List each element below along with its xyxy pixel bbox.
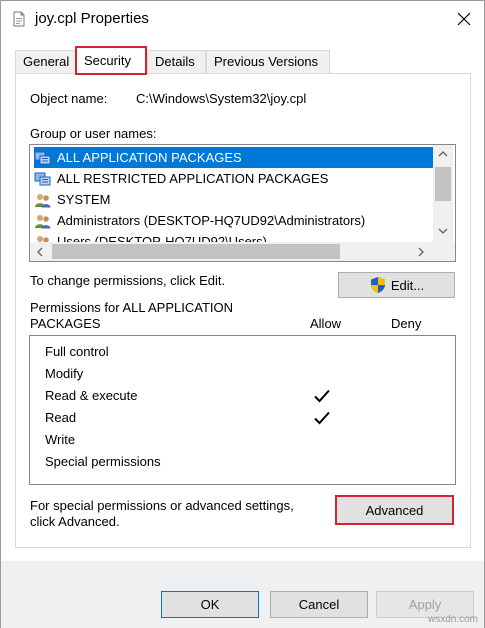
- title-bar: joy.cpl Properties: [1, 1, 484, 37]
- scroll-down-icon[interactable]: [438, 227, 448, 235]
- permission-row: Modify: [45, 365, 84, 381]
- packages-icon: [34, 151, 51, 164]
- permission-row: Read: [45, 409, 77, 425]
- list-item[interactable]: Administrators (DESKTOP-HQ7UD92\Administ…: [34, 210, 434, 231]
- cancel-button[interactable]: Cancel: [270, 591, 368, 618]
- close-button[interactable]: [447, 5, 481, 33]
- properties-window: joy.cpl Properties General Security Deta…: [0, 0, 485, 628]
- ok-button[interactable]: OK: [161, 591, 259, 618]
- list-item-label: ALL APPLICATION PACKAGES: [57, 150, 242, 165]
- dialog-footer: OK Cancel Apply: [1, 561, 484, 628]
- users-icon: [35, 193, 51, 207]
- users-icon: [35, 214, 51, 228]
- shield-icon: [370, 277, 385, 293]
- permission-row: Special permissions: [45, 453, 161, 469]
- tab-previous-versions[interactable]: Previous Versions: [206, 50, 330, 73]
- list-vertical-scrollbar[interactable]: [433, 145, 453, 242]
- list-item[interactable]: ALL APPLICATION PACKAGES: [34, 147, 434, 168]
- scroll-up-icon[interactable]: [438, 150, 448, 158]
- tab-details[interactable]: Details: [147, 50, 206, 73]
- permissions-list: Full control Modify Read & execute Read …: [29, 335, 456, 485]
- file-icon: [13, 11, 25, 27]
- list-horizontal-scrollbar[interactable]: [30, 242, 455, 261]
- permission-row: Write: [45, 431, 76, 447]
- list-item[interactable]: SYSTEM: [34, 189, 434, 210]
- tab-security[interactable]: Security: [75, 46, 147, 75]
- permission-row: Full control: [45, 343, 109, 359]
- advanced-hint: For special permissions or advanced sett…: [30, 498, 294, 513]
- close-icon: [457, 12, 471, 26]
- list-item-label: ALL RESTRICTED APPLICATION PACKAGES: [57, 171, 329, 186]
- edit-hint: To change permissions, click Edit.: [30, 273, 226, 288]
- allow-column-header: Allow: [310, 316, 342, 331]
- permissions-label: Permissions for ALL APPLICATION: [30, 300, 234, 315]
- scroll-thumb[interactable]: [52, 244, 340, 259]
- list-item-label: Administrators (DESKTOP-HQ7UD92\Administ…: [57, 213, 366, 228]
- watermark: wsxdn.com: [427, 614, 478, 625]
- window-title: joy.cpl Properties: [35, 10, 149, 27]
- advanced-hint-continued: click Advanced.: [30, 514, 120, 529]
- object-name-value: C:\Windows\System32\joy.cpl: [136, 91, 307, 106]
- check-icon: [314, 389, 330, 403]
- permissions-label-continued: PACKAGES: [30, 316, 101, 331]
- list-item-label: SYSTEM: [57, 192, 111, 207]
- edit-button-label: Edit...: [390, 277, 425, 293]
- packages-icon: [34, 172, 51, 185]
- permission-row: Read & execute: [45, 387, 138, 403]
- object-name-label: Object name:: [30, 91, 108, 106]
- check-icon: [314, 411, 330, 425]
- list-item[interactable]: ALL RESTRICTED APPLICATION PACKAGES: [34, 168, 434, 189]
- advanced-button[interactable]: Advanced: [335, 495, 454, 525]
- deny-column-header: Deny: [391, 316, 422, 331]
- group-names-label: Group or user names:: [30, 126, 157, 141]
- tab-general[interactable]: General: [15, 50, 76, 73]
- scroll-thumb[interactable]: [435, 167, 451, 201]
- scroll-left-icon[interactable]: [36, 247, 44, 257]
- scroll-right-icon[interactable]: [417, 247, 425, 257]
- edit-button[interactable]: Edit...: [338, 272, 455, 298]
